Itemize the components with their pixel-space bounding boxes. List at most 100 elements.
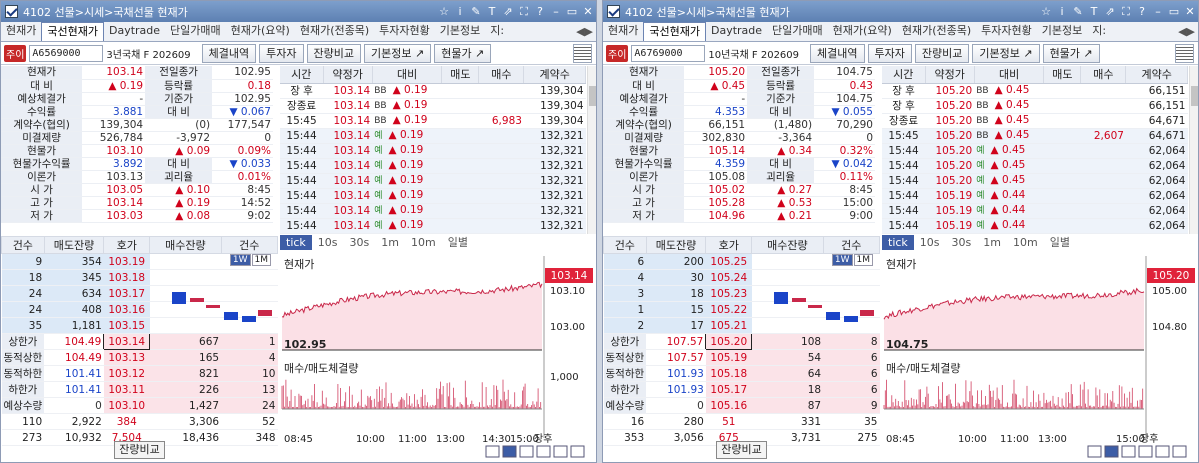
close-icon[interactable]: ✕ (580, 5, 596, 18)
draw-icon[interactable] (536, 445, 551, 458)
ticks-col-4[interactable]: 매수 (1080, 66, 1127, 84)
window-check-icon[interactable] (607, 5, 620, 18)
toolbar-button-0[interactable]: 체결내역 (810, 43, 865, 63)
ticks-col-4[interactable]: 매수 (478, 66, 525, 84)
ticks-col-2[interactable]: 대비 (974, 66, 1045, 84)
mini-tab-0[interactable]: 1W (229, 254, 251, 266)
tab-2[interactable]: Daytrade (706, 22, 767, 41)
maximize-icon[interactable]: ▭ (564, 5, 580, 18)
bid-price[interactable]: 105.20 (705, 333, 753, 350)
range-tab-3[interactable]: 1m (375, 235, 405, 250)
zoom-in-icon[interactable] (502, 445, 517, 458)
range-tab-0[interactable]: tick (882, 235, 914, 250)
ask-price[interactable]: 103.16 (103, 301, 150, 318)
ticks-scrollbar[interactable] (587, 66, 596, 234)
fit-icon[interactable] (1155, 445, 1170, 458)
ask-price[interactable]: 103.18 (103, 269, 150, 286)
fullscreen-icon[interactable]: ⛶ (516, 5, 532, 19)
toolbar-button-2[interactable]: 잔량비교 (914, 43, 970, 63)
range-tab-5[interactable]: 일별 (442, 235, 474, 250)
tab-8[interactable]: 지: (1087, 22, 1111, 41)
range-tab-3[interactable]: 1m (977, 235, 1007, 250)
tab-3[interactable]: 단일가매매 (767, 22, 828, 41)
compare-button[interactable]: 잔량비교 (114, 441, 165, 459)
ticks-col-2[interactable]: 대비 (372, 66, 443, 84)
crosshair-icon[interactable] (1121, 445, 1136, 458)
toolbar-button-2[interactable]: 잔량비교 (306, 43, 361, 63)
tab-3[interactable]: 단일가매매 (165, 22, 226, 41)
scroll-thumb[interactable] (1191, 86, 1198, 106)
tab-4[interactable]: 현재가(요약) (828, 22, 897, 41)
ask-price[interactable]: 105.22 (705, 301, 752, 318)
ticks-col-1[interactable]: 약정가 (925, 66, 975, 84)
tab-4[interactable]: 현재가(요약) (226, 22, 295, 41)
compare-button[interactable]: 잔량비교 (716, 441, 767, 459)
toolbar-button-4[interactable]: 현물가 ↗ (1042, 43, 1100, 63)
minimize-icon[interactable]: – (1150, 5, 1166, 18)
bid-price[interactable]: 103.10 (103, 397, 150, 414)
draw-icon[interactable] (1138, 445, 1153, 458)
edit-icon[interactable]: ✎ (468, 5, 484, 18)
tab-8[interactable]: 지: (485, 22, 509, 41)
tab-1[interactable]: 국선현재가 (41, 22, 104, 41)
toolbar-button-3[interactable]: 기본정보 ↗ (364, 43, 432, 63)
bid-price[interactable]: 103.12 (103, 365, 150, 382)
mini-tab-0[interactable]: 1W (831, 254, 853, 266)
ticks-col-1[interactable]: 약정가 (323, 66, 373, 84)
grid-menu-icon[interactable] (573, 43, 592, 63)
tab-7[interactable]: 기본정보 (435, 22, 485, 41)
info-icon[interactable]: i (1054, 5, 1070, 18)
range-tab-2[interactable]: 30s (344, 235, 376, 250)
toolbar-button-4[interactable]: 현물가 ↗ (434, 43, 492, 63)
mini-tab-1[interactable]: 1M (853, 254, 873, 266)
zoom-out-icon[interactable] (1087, 445, 1102, 458)
maximize-icon[interactable]: ▭ (1166, 5, 1182, 18)
ask-price[interactable]: 103.19 (103, 253, 150, 270)
export-icon[interactable]: ⇗ (500, 5, 516, 18)
scroll-thumb[interactable] (589, 86, 596, 106)
text-icon[interactable]: T (1086, 5, 1102, 18)
help-icon[interactable]: ? (1134, 5, 1150, 18)
fit-icon[interactable] (553, 445, 568, 458)
ask-price[interactable]: 103.17 (103, 285, 150, 302)
text-icon[interactable]: T (484, 5, 500, 18)
export-icon[interactable]: ⇗ (1102, 5, 1118, 18)
range-tab-2[interactable]: 30s (946, 235, 978, 250)
range-tab-4[interactable]: 10m (405, 235, 442, 250)
ask-price[interactable]: 105.23 (705, 285, 752, 302)
ticks-col-5[interactable]: 계약수 (523, 66, 586, 84)
market-badge[interactable]: 주이 (4, 44, 27, 62)
bid-price[interactable]: 103.13 (103, 349, 150, 366)
bid-price[interactable]: 105.19 (705, 349, 752, 366)
zoom-in-icon[interactable] (1104, 445, 1119, 458)
tab-0[interactable]: 현재가 (603, 22, 643, 41)
fullscreen-icon[interactable]: ⛶ (1118, 5, 1134, 19)
code-input[interactable]: A6769000 (631, 44, 706, 62)
minimize-icon[interactable]: – (548, 5, 564, 18)
expand-icon[interactable] (1172, 445, 1187, 458)
toolbar-button-1[interactable]: 투자자 (259, 43, 304, 63)
tab-scroll-arrows[interactable]: ◀▶ (1175, 23, 1198, 41)
range-tab-4[interactable]: 10m (1007, 235, 1044, 250)
tab-1[interactable]: 국선현재가 (643, 22, 706, 41)
zoom-out-icon[interactable] (485, 445, 500, 458)
range-tab-1[interactable]: 10s (914, 235, 946, 250)
tab-0[interactable]: 현재가 (1, 22, 41, 41)
toolbar-button-3[interactable]: 기본정보 ↗ (972, 43, 1040, 63)
ticks-col-3[interactable]: 매도 (441, 66, 480, 84)
info-icon[interactable]: i (452, 5, 468, 18)
code-input[interactable]: A6569000 (29, 44, 104, 62)
bid-price[interactable]: 103.14 (103, 333, 151, 350)
bid-price[interactable]: 103.11 (103, 381, 150, 398)
ticks-col-0[interactable]: 시간 (882, 66, 926, 84)
window-check-icon[interactable] (5, 5, 18, 18)
range-tab-1[interactable]: 10s (312, 235, 344, 250)
ticks-scrollbar[interactable] (1189, 66, 1198, 234)
tab-5[interactable]: 현재가(전종목) (295, 22, 374, 41)
toolbar-button-1[interactable]: 투자자 (867, 43, 912, 63)
bid-price[interactable]: 105.18 (705, 365, 752, 382)
tab-5[interactable]: 현재가(전종목) (897, 22, 976, 41)
ticks-col-5[interactable]: 계약수 (1125, 66, 1188, 84)
range-tab-5[interactable]: 일별 (1044, 235, 1076, 250)
range-tab-0[interactable]: tick (280, 235, 312, 250)
